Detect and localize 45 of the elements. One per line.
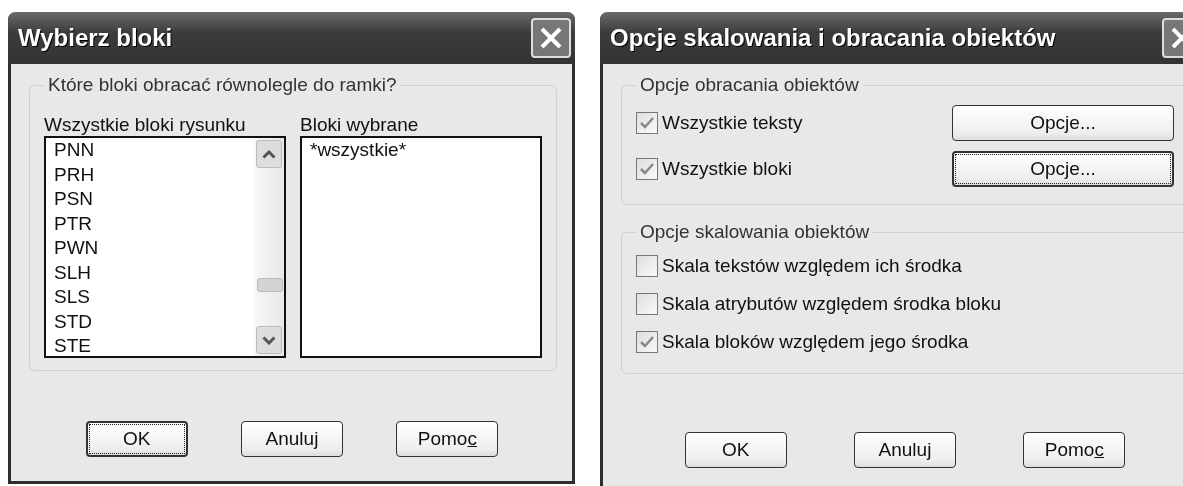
scroll-up-button[interactable] <box>256 140 282 168</box>
scroll-down-button[interactable] <box>256 326 282 354</box>
group-label: Które bloki obracać równolegle do ramki? <box>47 74 398 96</box>
list-item[interactable]: STE <box>54 334 246 359</box>
dialog-button[interactable]: Opcje... <box>952 105 1174 141</box>
group-label: Opcje skalowania obiektów <box>639 221 871 243</box>
list-item[interactable]: *wszystkie* <box>310 138 532 163</box>
dialog-button[interactable]: Pomoc <box>1023 432 1126 468</box>
checkbox-label: Wszystkie teksty <box>662 112 803 134</box>
close-icon <box>539 26 563 50</box>
scrollbar[interactable] <box>254 138 284 356</box>
block-list[interactable]: PNN PRH PSN PTR PWN SLH SLS STD STE <box>44 136 286 358</box>
window-title: Wybierz bloki <box>18 24 173 52</box>
checkbox-label: Skala tekstów względem ich środka <box>662 255 962 277</box>
caret-up-icon <box>262 149 276 159</box>
selected-list[interactable]: *wszystkie* <box>300 136 542 358</box>
list-item[interactable]: PWN <box>54 236 246 261</box>
checkbox[interactable] <box>636 158 658 180</box>
list-label: Wszystkie bloki rysunku <box>44 114 247 136</box>
dialog-button[interactable]: Anuluj <box>854 432 956 468</box>
checkbox[interactable] <box>636 331 658 353</box>
caret-down-icon <box>262 335 276 345</box>
checkbox-label: Wszystkie bloki <box>662 158 792 180</box>
list-item[interactable]: SLS <box>54 285 246 310</box>
dialog-button[interactable]: Opcje... <box>952 151 1174 187</box>
list-item[interactable]: STD <box>54 309 246 334</box>
dialog-button[interactable]: OK <box>85 421 188 457</box>
close-button[interactable] <box>531 18 571 58</box>
scroll-thumb[interactable] <box>257 278 283 292</box>
list-label: Bloki wybrane <box>300 114 420 136</box>
list-item[interactable]: SLH <box>54 260 246 285</box>
checkbox[interactable] <box>636 112 658 134</box>
dialog-button[interactable]: OK <box>684 432 787 468</box>
list-item[interactable]: PSN <box>54 187 246 212</box>
checkbox[interactable] <box>636 255 658 277</box>
dialog-button[interactable]: Anuluj <box>241 421 343 457</box>
window-title: Opcje skalowania i obracania obiektów <box>610 24 1056 52</box>
dialog-button[interactable]: Pomoc <box>396 421 499 457</box>
group-label: Opcje obracania obiektów <box>639 74 860 96</box>
list-item[interactable]: PTR <box>54 211 246 236</box>
checkbox-label: Skala bloków względem jego środka <box>662 331 969 353</box>
list-item[interactable]: PRH <box>54 162 246 187</box>
list-item[interactable]: PNN <box>54 138 246 163</box>
checkbox-label: Skala atrybutów względem środka bloku <box>662 293 1001 315</box>
checkbox[interactable] <box>636 293 658 315</box>
